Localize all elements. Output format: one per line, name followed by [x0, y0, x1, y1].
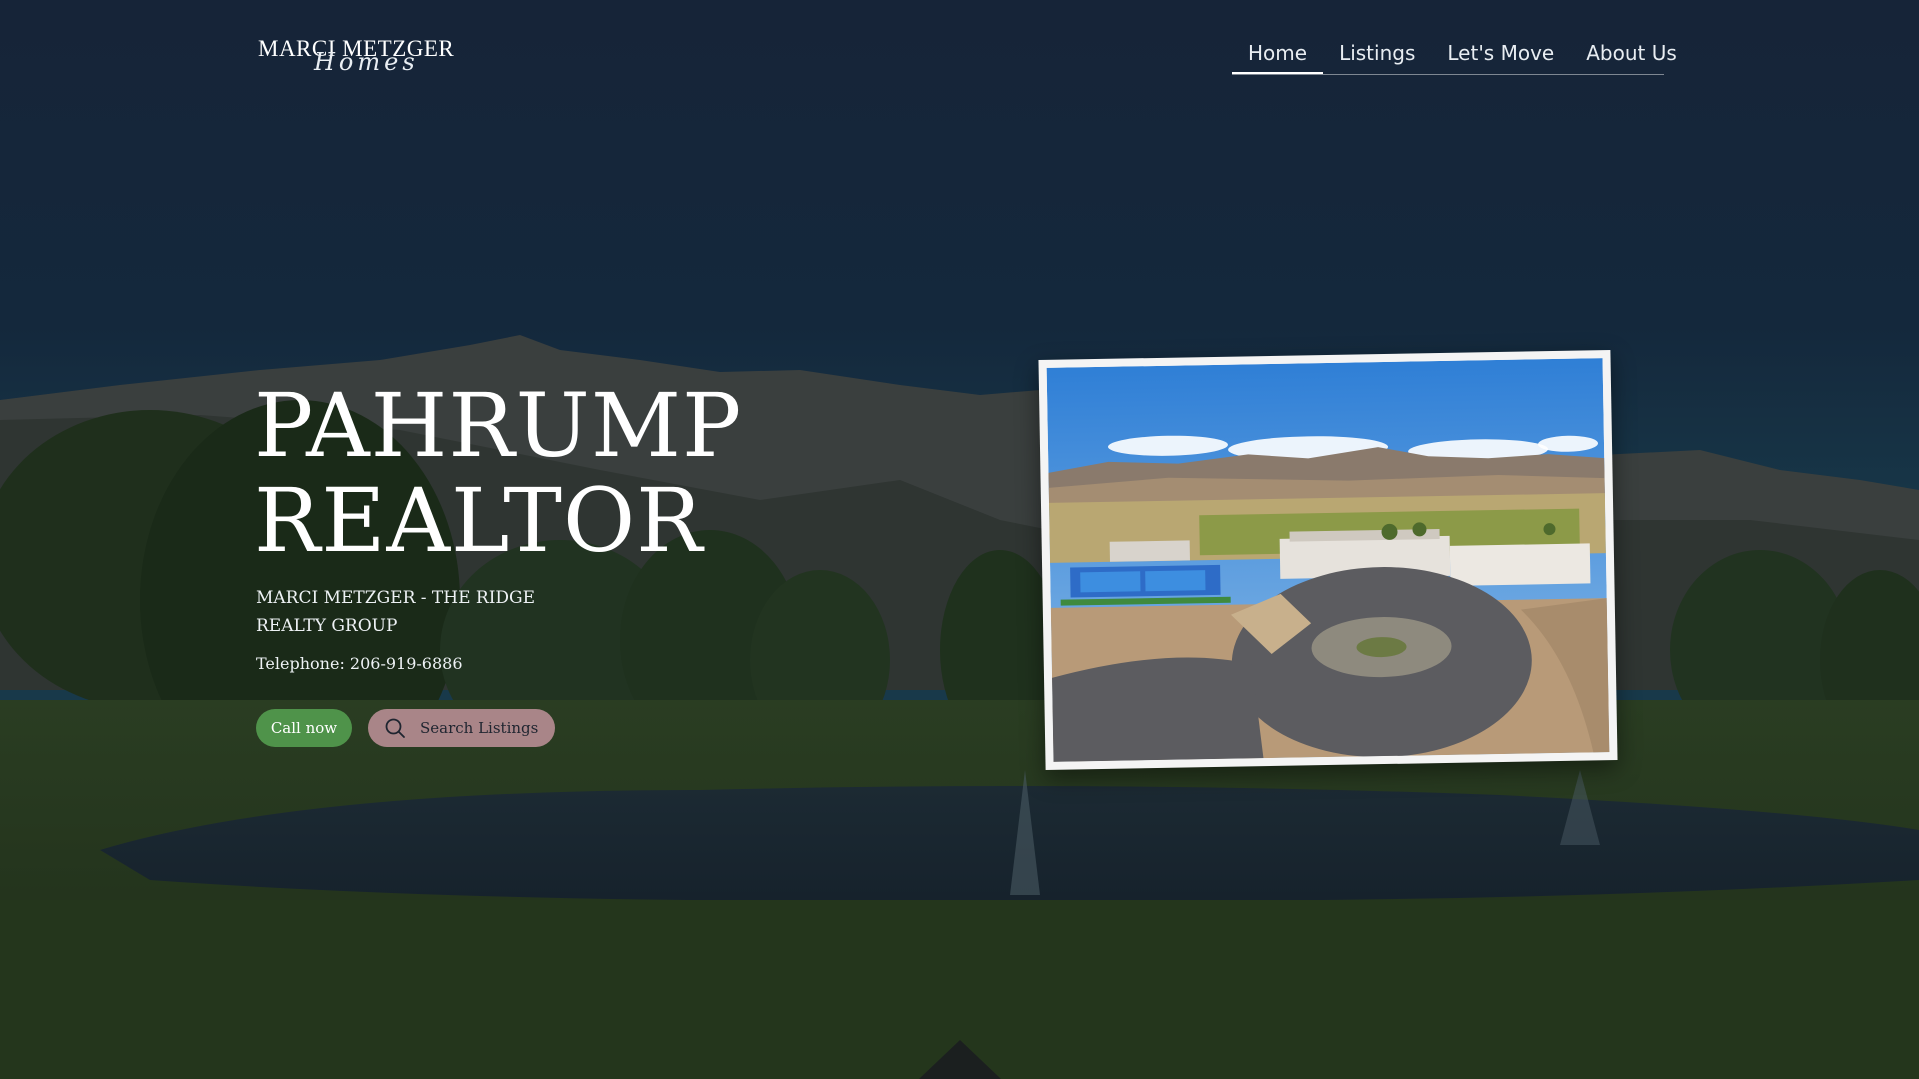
hero-subtitle-line1: MARCI METZGER - THE RIDGE [256, 588, 536, 608]
hero-subtitle: MARCI METZGER - THE RIDGE REALTY GROUP [256, 584, 556, 640]
nav-item-listings[interactable]: Listings [1323, 40, 1431, 73]
scroll-down-icon[interactable] [919, 1040, 1001, 1079]
call-now-button[interactable]: Call now [256, 709, 352, 747]
hero-title: PAHRUMP REALTOR [254, 378, 742, 568]
main-nav: Home Listings Let's Move About Us [1232, 40, 1677, 75]
hero-phone: Telephone: 206-919-6886 [256, 654, 463, 673]
community-aerial-photo [1046, 358, 1610, 762]
logo-script: Homes [314, 48, 419, 76]
nav-item-lets-move[interactable]: Let's Move [1431, 40, 1570, 73]
search-icon [385, 718, 405, 738]
nav-item-about-us[interactable]: About Us [1570, 40, 1693, 73]
featured-photo-card [1038, 350, 1618, 770]
site-logo[interactable]: MARCI METZGER Homes [258, 36, 464, 80]
page: MARCI METZGER Homes Home Listings Let's … [0, 0, 1919, 1079]
search-listings-label: Search Listings [420, 719, 539, 737]
hero-title-line2: REALTOR [254, 469, 704, 572]
nav-item-home[interactable]: Home [1232, 40, 1324, 74]
hero-title-line1: PAHRUMP [254, 374, 743, 477]
search-listings-button[interactable]: Search Listings [368, 709, 555, 747]
hero-subtitle-line2: REALTY GROUP [256, 616, 398, 636]
